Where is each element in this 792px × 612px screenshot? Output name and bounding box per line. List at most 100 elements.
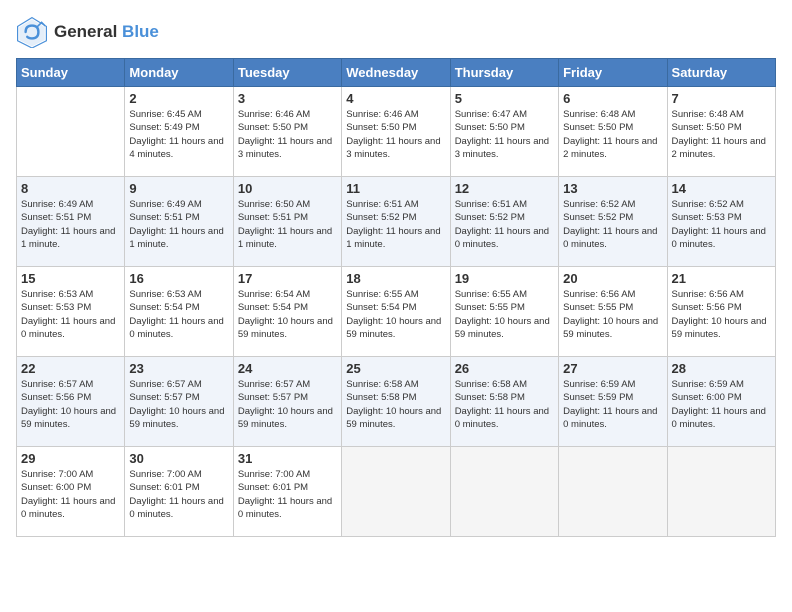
day-info: Sunrise: 6:47 AM Sunset: 5:50 PM Dayligh… — [455, 108, 554, 161]
weekday-header-wednesday: Wednesday — [342, 59, 450, 87]
day-number: 14 — [672, 181, 771, 196]
calendar-cell: 11 Sunrise: 6:51 AM Sunset: 5:52 PM Dayli… — [342, 177, 450, 267]
calendar-cell: 9Sunrise: 6:49 AM Sunset: 5:51 PM Daylig… — [125, 177, 233, 267]
page-header: General Blue — [16, 16, 776, 48]
calendar-cell: 6 Sunrise: 6:48 AM Sunset: 5:50 PM Daylig… — [559, 87, 667, 177]
calendar-cell: 31 Sunrise: 7:00 AM Sunset: 6:01 PM Dayli… — [233, 447, 341, 537]
day-number: 30 — [129, 451, 228, 466]
day-info: Sunrise: 6:57 AM Sunset: 5:57 PM Dayligh… — [238, 378, 337, 431]
day-number: 2 — [129, 91, 228, 106]
day-info: Sunrise: 6:46 AM Sunset: 5:50 PM Dayligh… — [346, 108, 445, 161]
day-number: 8 — [21, 181, 120, 196]
calendar-cell: 12 Sunrise: 6:51 AM Sunset: 5:52 PM Dayli… — [450, 177, 558, 267]
calendar-cell: 15Sunrise: 6:53 AM Sunset: 5:53 PM Dayli… — [17, 267, 125, 357]
day-number: 3 — [238, 91, 337, 106]
calendar-cell: 29 Sunrise: 7:00 AM Sunset: 6:00 PM Dayli… — [17, 447, 125, 537]
day-number: 21 — [672, 271, 771, 286]
calendar-cell: 30 Sunrise: 7:00 AM Sunset: 6:01 PM Dayli… — [125, 447, 233, 537]
calendar-cell: 24 Sunrise: 6:57 AM Sunset: 5:57 PM Dayli… — [233, 357, 341, 447]
week-row-2: 8 Sunrise: 6:49 AM Sunset: 5:51 PM Daylig… — [17, 177, 776, 267]
weekday-header-tuesday: Tuesday — [233, 59, 341, 87]
day-number: 31 — [238, 451, 337, 466]
day-info: Sunrise: 7:00 AM Sunset: 6:00 PM Dayligh… — [21, 468, 120, 521]
weekday-header-saturday: Saturday — [667, 59, 775, 87]
logo: General Blue — [16, 16, 159, 48]
calendar-cell: 16 Sunrise: 6:53 AM Sunset: 5:54 PM Dayli… — [125, 267, 233, 357]
calendar-cell: 10 Sunrise: 6:50 AM Sunset: 5:51 PM Dayli… — [233, 177, 341, 267]
day-number: 29 — [21, 451, 120, 466]
day-info: Sunrise: 6:52 AM Sunset: 5:53 PM Dayligh… — [672, 198, 771, 251]
day-info: Sunrise: 6:54 AM Sunset: 5:54 PM Dayligh… — [238, 288, 337, 341]
calendar-cell: 3 Sunrise: 6:46 AM Sunset: 5:50 PM Daylig… — [233, 87, 341, 177]
calendar-cell: 7Sunrise: 6:48 AM Sunset: 5:50 PM Daylig… — [667, 87, 775, 177]
calendar-cell: 5 Sunrise: 6:47 AM Sunset: 5:50 PM Daylig… — [450, 87, 558, 177]
day-number: 24 — [238, 361, 337, 376]
calendar-cell: 21 Sunrise: 6:56 AM Sunset: 5:56 PM Dayli… — [667, 267, 775, 357]
day-number: 4 — [346, 91, 445, 106]
calendar-cell: 20 Sunrise: 6:56 AM Sunset: 5:55 PM Dayli… — [559, 267, 667, 357]
weekday-header-sunday: Sunday — [17, 59, 125, 87]
logo-text: General Blue — [54, 22, 159, 42]
weekday-header-friday: Friday — [559, 59, 667, 87]
calendar-cell — [342, 447, 450, 537]
day-number: 28 — [672, 361, 771, 376]
day-number: 16 — [129, 271, 228, 286]
day-info: Sunrise: 6:49 AM Sunset: 5:51 PM Dayligh… — [21, 198, 120, 251]
day-number: 19 — [455, 271, 554, 286]
day-number: 20 — [563, 271, 662, 286]
day-info: Sunrise: 6:49 AM Sunset: 5:51 PM Dayligh… — [129, 198, 228, 251]
day-info: Sunrise: 6:56 AM Sunset: 5:56 PM Dayligh… — [672, 288, 771, 341]
weekday-header-monday: Monday — [125, 59, 233, 87]
logo-icon — [16, 16, 48, 48]
calendar-cell: 14 Sunrise: 6:52 AM Sunset: 5:53 PM Dayli… — [667, 177, 775, 267]
day-number: 15 — [21, 271, 120, 286]
day-info: Sunrise: 6:53 AM Sunset: 5:54 PM Dayligh… — [129, 288, 228, 341]
calendar-cell: 2Sunrise: 6:45 AM Sunset: 5:49 PM Daylig… — [125, 87, 233, 177]
weekday-header-thursday: Thursday — [450, 59, 558, 87]
calendar-cell: 22 Sunrise: 6:57 AM Sunset: 5:56 PM Dayli… — [17, 357, 125, 447]
day-number: 22 — [21, 361, 120, 376]
calendar-cell: 4 Sunrise: 6:46 AM Sunset: 5:50 PM Daylig… — [342, 87, 450, 177]
day-info: Sunrise: 6:57 AM Sunset: 5:56 PM Dayligh… — [21, 378, 120, 431]
day-info: Sunrise: 6:55 AM Sunset: 5:55 PM Dayligh… — [455, 288, 554, 341]
calendar-cell: 8 Sunrise: 6:49 AM Sunset: 5:51 PM Daylig… — [17, 177, 125, 267]
week-row-3: 15Sunrise: 6:53 AM Sunset: 5:53 PM Dayli… — [17, 267, 776, 357]
day-info: Sunrise: 6:46 AM Sunset: 5:50 PM Dayligh… — [238, 108, 337, 161]
day-info: Sunrise: 7:00 AM Sunset: 6:01 PM Dayligh… — [238, 468, 337, 521]
calendar-cell: 26 Sunrise: 6:58 AM Sunset: 5:58 PM Dayli… — [450, 357, 558, 447]
day-info: Sunrise: 6:51 AM Sunset: 5:52 PM Dayligh… — [455, 198, 554, 251]
day-info: Sunrise: 6:59 AM Sunset: 6:00 PM Dayligh… — [672, 378, 771, 431]
calendar-cell: 28 Sunrise: 6:59 AM Sunset: 6:00 PM Dayli… — [667, 357, 775, 447]
calendar-cell: 25Sunrise: 6:58 AM Sunset: 5:58 PM Dayli… — [342, 357, 450, 447]
calendar-cell: 13Sunrise: 6:52 AM Sunset: 5:52 PM Dayli… — [559, 177, 667, 267]
day-info: Sunrise: 6:48 AM Sunset: 5:50 PM Dayligh… — [563, 108, 662, 161]
day-info: Sunrise: 6:51 AM Sunset: 5:52 PM Dayligh… — [346, 198, 445, 251]
day-number: 5 — [455, 91, 554, 106]
calendar-cell — [667, 447, 775, 537]
day-info: Sunrise: 6:59 AM Sunset: 5:59 PM Dayligh… — [563, 378, 662, 431]
day-number: 26 — [455, 361, 554, 376]
day-info: Sunrise: 6:57 AM Sunset: 5:57 PM Dayligh… — [129, 378, 228, 431]
day-info: Sunrise: 6:50 AM Sunset: 5:51 PM Dayligh… — [238, 198, 337, 251]
day-number: 12 — [455, 181, 554, 196]
day-number: 11 — [346, 181, 445, 196]
calendar-cell: 18Sunrise: 6:55 AM Sunset: 5:54 PM Dayli… — [342, 267, 450, 357]
day-number: 13 — [563, 181, 662, 196]
day-info: Sunrise: 6:58 AM Sunset: 5:58 PM Dayligh… — [455, 378, 554, 431]
day-info: Sunrise: 6:58 AM Sunset: 5:58 PM Dayligh… — [346, 378, 445, 431]
calendar-cell: 19 Sunrise: 6:55 AM Sunset: 5:55 PM Dayli… — [450, 267, 558, 357]
day-info: Sunrise: 7:00 AM Sunset: 6:01 PM Dayligh… — [129, 468, 228, 521]
day-number: 27 — [563, 361, 662, 376]
day-number: 7 — [672, 91, 771, 106]
day-number: 10 — [238, 181, 337, 196]
weekday-header-row: SundayMondayTuesdayWednesdayThursdayFrid… — [17, 59, 776, 87]
calendar-cell: 27 Sunrise: 6:59 AM Sunset: 5:59 PM Dayli… — [559, 357, 667, 447]
day-info: Sunrise: 6:56 AM Sunset: 5:55 PM Dayligh… — [563, 288, 662, 341]
day-number: 17 — [238, 271, 337, 286]
week-row-4: 22 Sunrise: 6:57 AM Sunset: 5:56 PM Dayli… — [17, 357, 776, 447]
calendar-cell: 23Sunrise: 6:57 AM Sunset: 5:57 PM Dayli… — [125, 357, 233, 447]
day-info: Sunrise: 6:55 AM Sunset: 5:54 PM Dayligh… — [346, 288, 445, 341]
day-number: 6 — [563, 91, 662, 106]
calendar-cell: 17 Sunrise: 6:54 AM Sunset: 5:54 PM Dayli… — [233, 267, 341, 357]
calendar-table: SundayMondayTuesdayWednesdayThursdayFrid… — [16, 58, 776, 537]
